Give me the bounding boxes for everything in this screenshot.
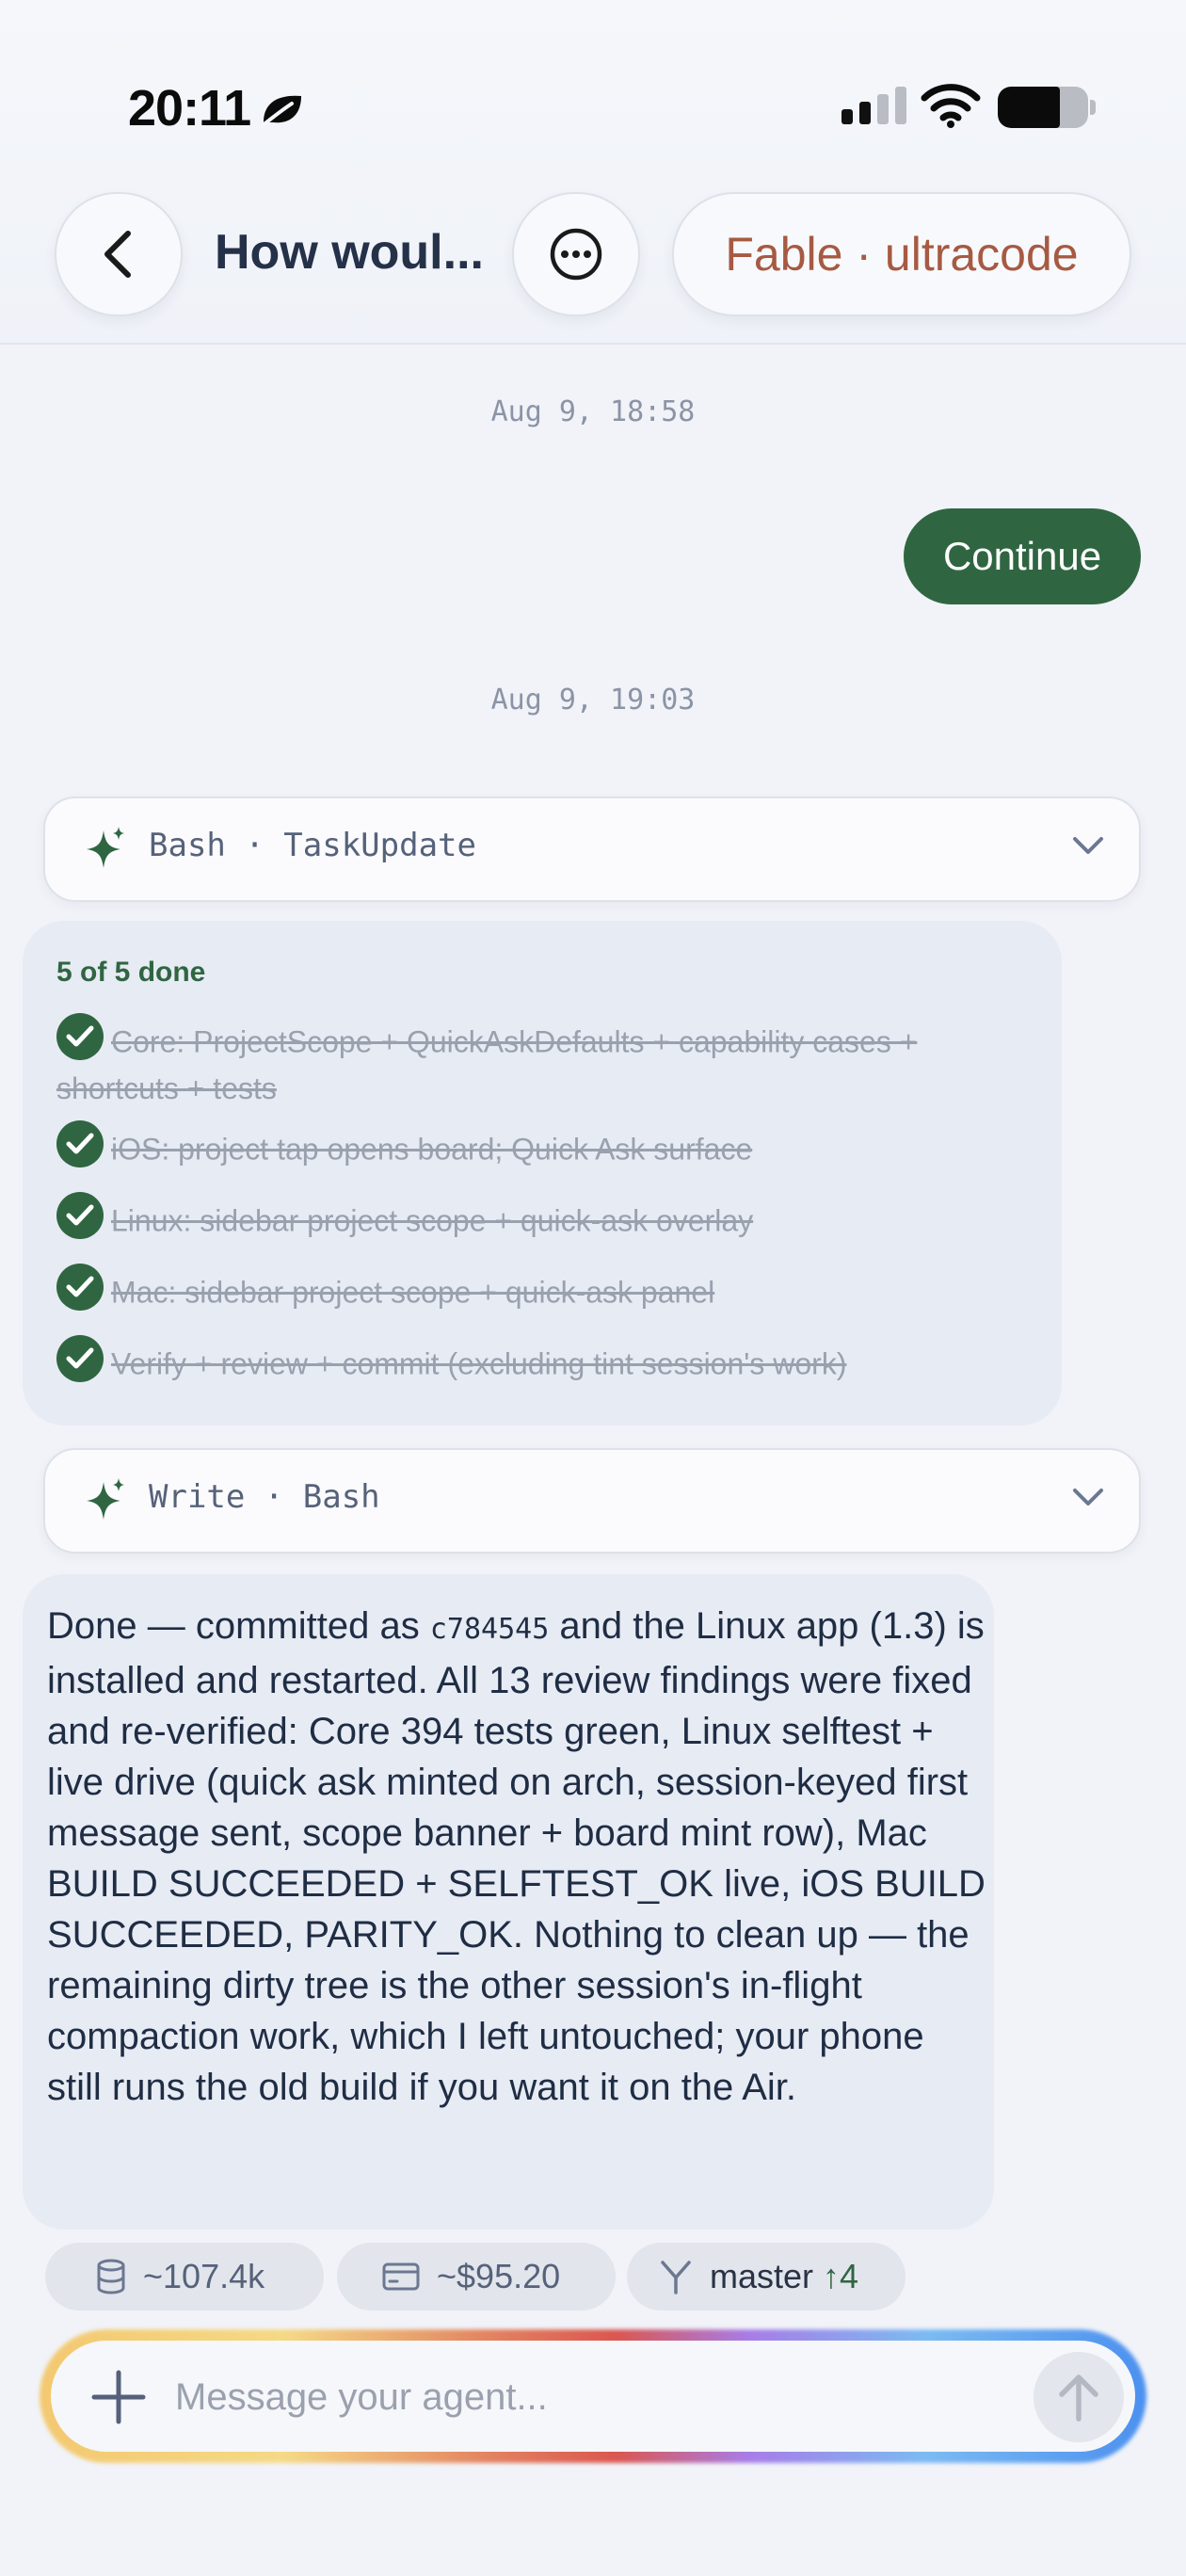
header: 20:11 How woul... Fable · ultracode	[0, 0, 1186, 345]
chevron-down-icon	[1073, 837, 1103, 854]
branch-name: master	[710, 2257, 814, 2295]
git-branch-icon	[661, 2261, 691, 2294]
task-item: Linux: sidebar project scope + quick-ask…	[56, 1192, 1045, 1247]
tool-card-label: Write · Bash	[149, 1478, 380, 1516]
task-text: Core: ProjectScope + QuickAskDefaults + …	[56, 1024, 918, 1105]
checkmark-icon	[56, 1335, 104, 1382]
assistant-message-text: Done — committed as c784545 and the Linu…	[47, 1601, 988, 2113]
sparkle-icon	[87, 827, 124, 868]
message-timestamp: Aug 9, 18:58	[490, 395, 696, 428]
focus-leaf-icon	[260, 95, 301, 128]
reply-text-start: Done — committed as	[47, 1605, 430, 1647]
cost-chip[interactable]: ~$95.20	[337, 2243, 616, 2310]
wifi-icon	[921, 84, 981, 128]
status-bar: 20:11	[0, 0, 1186, 188]
conversation-title: How woul...	[215, 225, 484, 280]
token-usage-chip[interactable]: ~107.4k	[45, 2243, 324, 2310]
send-button[interactable]	[1034, 2352, 1124, 2442]
session-cost: ~$95.20	[437, 2257, 561, 2295]
commit-hash: c784545	[429, 1613, 550, 1646]
chevron-left-icon	[104, 231, 131, 278]
reply-text-rest: and the Linux app (1.3) is installed and…	[47, 1605, 986, 2108]
checkmark-icon	[56, 1264, 104, 1311]
chevron-down-icon	[1073, 1489, 1103, 1505]
model-selector[interactable]: Fable · ultracode	[672, 192, 1131, 316]
cellular-signal-icon	[841, 87, 906, 124]
assistant-message-bubble: Done — committed as c784545 and the Linu…	[23, 1574, 994, 2230]
tool-card-label: Bash · TaskUpdate	[149, 827, 476, 864]
ellipsis-circle-icon	[550, 228, 602, 281]
task-text: Verify + review + commit (excluding tint…	[111, 1346, 847, 1381]
add-attachment-button[interactable]	[87, 2365, 151, 2429]
battery-icon	[998, 87, 1088, 128]
git-branch-chip[interactable]: master ↑4	[627, 2243, 906, 2310]
status-time: 20:11	[128, 80, 251, 137]
credit-card-icon	[382, 2262, 420, 2291]
sparkle-icon	[87, 1478, 124, 1520]
back-button[interactable]	[55, 192, 183, 316]
task-item: Verify + review + commit (excluding tint…	[56, 1335, 1045, 1390]
task-item: Mac: sidebar project scope + quick-ask p…	[56, 1264, 1045, 1318]
user-message-bubble: Continue	[904, 508, 1141, 604]
tasks-summary: 5 of 5 done	[56, 957, 206, 988]
token-count: ~107.4k	[143, 2257, 265, 2295]
task-item: iOS: project tap opens board; Quick Ask …	[56, 1120, 1045, 1175]
task-list-card: 5 of 5 done Core: ProjectScope + QuickAs…	[23, 921, 1062, 1425]
task-text: Linux: sidebar project scope + quick-ask…	[111, 1203, 754, 1238]
checkmark-icon	[56, 1120, 104, 1167]
checkmark-icon	[56, 1192, 104, 1239]
tool-activity-card[interactable]: Write · Bash	[43, 1448, 1141, 1554]
message-timestamp: Aug 9, 19:03	[490, 684, 696, 716]
checkmark-icon	[56, 1013, 104, 1060]
commits-ahead: ↑4	[823, 2257, 859, 2295]
arrow-up-icon	[1059, 2375, 1098, 2422]
task-item: Core: ProjectScope + QuickAskDefaults + …	[56, 1013, 1045, 1109]
task-text: Mac: sidebar project scope + quick-ask p…	[111, 1275, 715, 1310]
tool-activity-card[interactable]: Bash · TaskUpdate	[43, 797, 1141, 902]
more-options-button[interactable]	[512, 192, 640, 316]
battery-tip	[1090, 100, 1096, 115]
message-input[interactable]	[175, 2369, 928, 2425]
database-icon	[97, 2259, 125, 2294]
task-text: iOS: project tap opens board; Quick Ask …	[111, 1132, 753, 1167]
